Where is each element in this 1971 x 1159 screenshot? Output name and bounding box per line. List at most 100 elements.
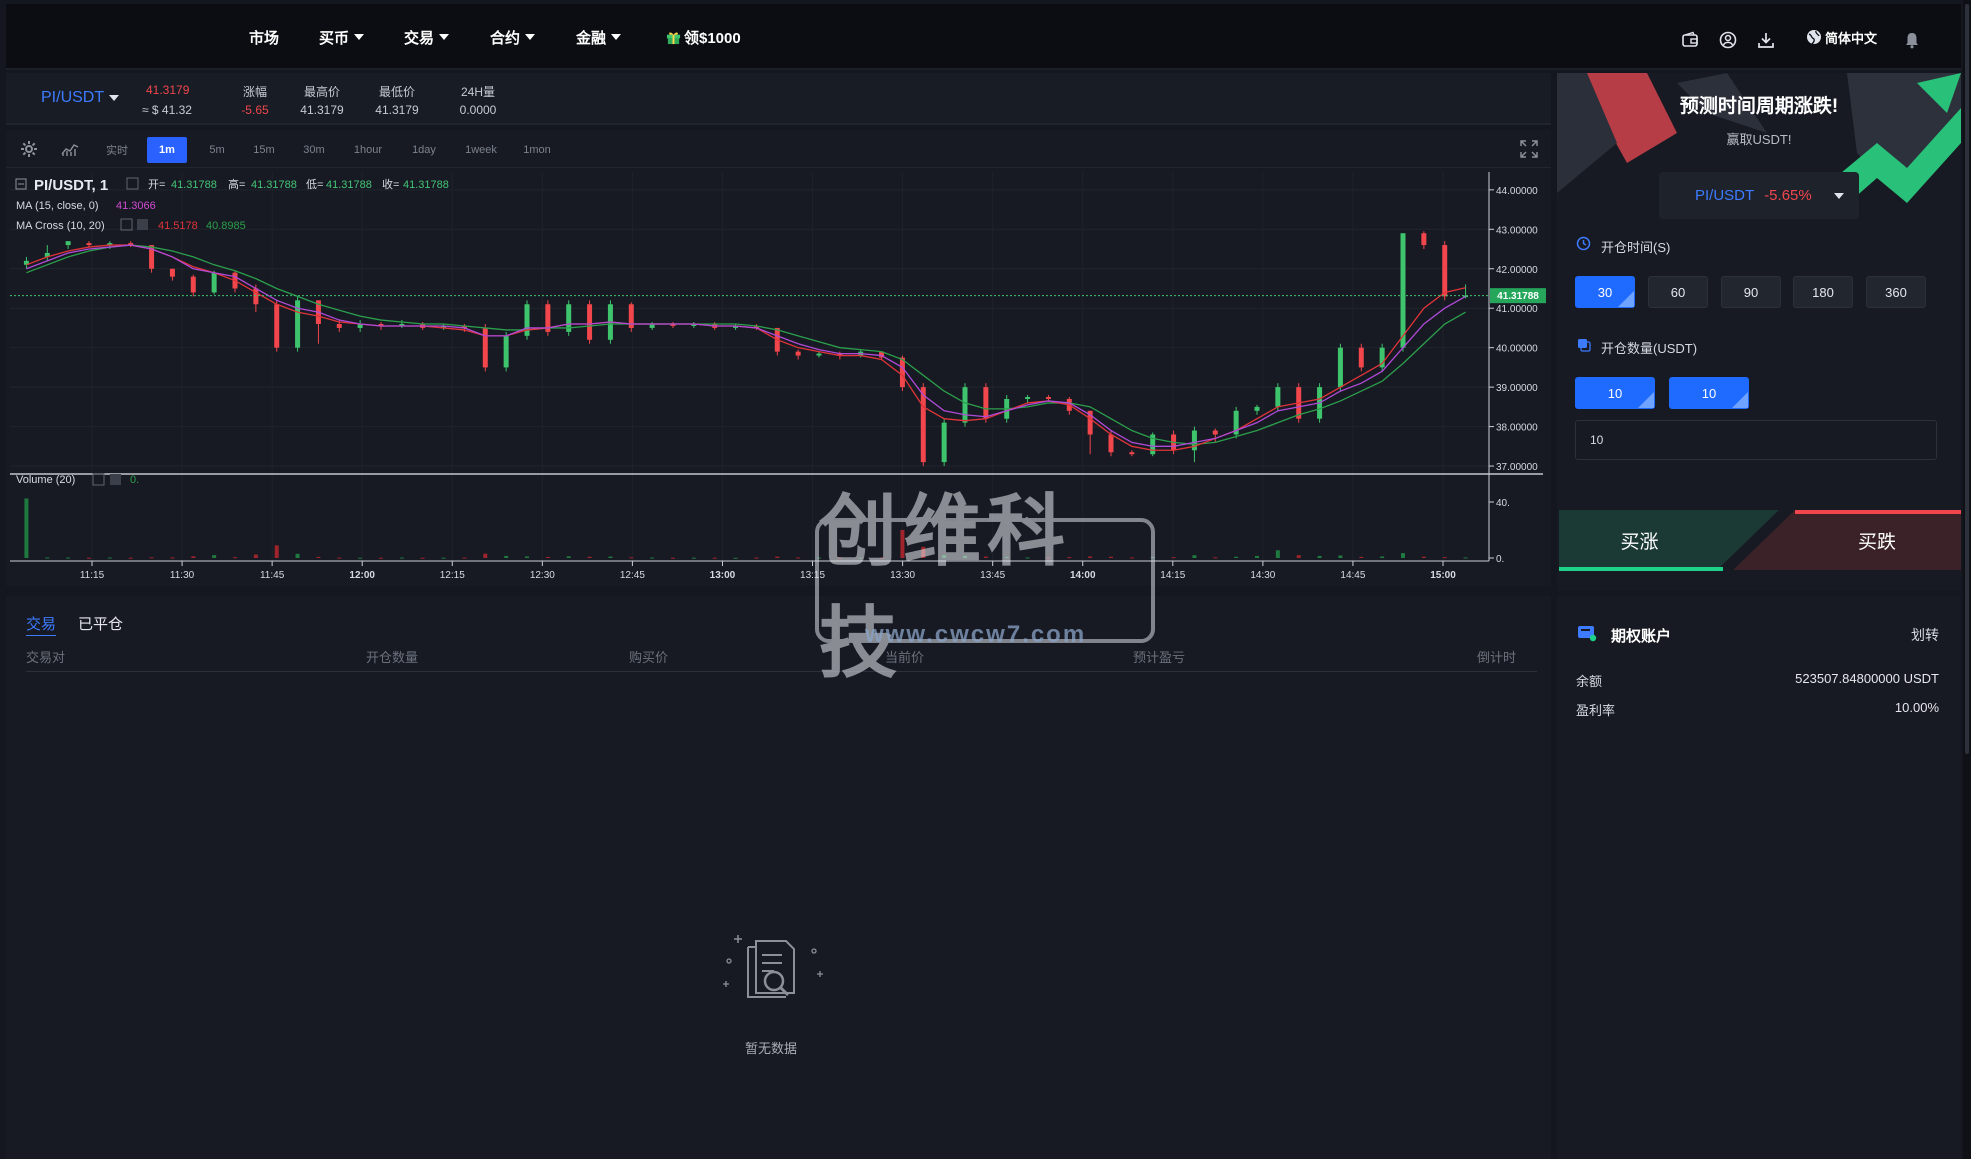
candle-body xyxy=(920,387,926,463)
fullscreen-icon[interactable] xyxy=(1520,140,1538,158)
nav-market[interactable]: 市场 xyxy=(249,4,279,70)
volume-bar xyxy=(1192,555,1197,558)
banner-title: 预测时间周期涨跌! xyxy=(1679,96,1839,117)
account-card-icon xyxy=(1578,626,1597,642)
col-pair: 交易对 xyxy=(26,650,66,665)
tf-1m[interactable]: 1m xyxy=(147,137,187,163)
time-option-360[interactable]: 360 xyxy=(1866,276,1926,308)
user-icon[interactable] xyxy=(1719,31,1737,49)
pair-label: PI/USDT xyxy=(41,89,105,106)
close-icon[interactable] xyxy=(137,219,148,230)
gear-icon[interactable] xyxy=(20,140,38,158)
rate-value: 10.00% xyxy=(1894,700,1939,715)
candle-body xyxy=(1045,397,1051,399)
candle-body xyxy=(1025,397,1031,399)
amount-input[interactable]: 10 xyxy=(1575,420,1937,460)
volume-bar xyxy=(650,557,655,559)
close-icon[interactable] xyxy=(110,474,121,485)
buy-down-button[interactable]: 买跌 xyxy=(1793,510,1961,570)
scrollbar-thumb[interactable] xyxy=(1965,4,1969,754)
tf-15m[interactable]: 15m xyxy=(247,137,281,163)
volume-value: 0.0000 xyxy=(459,103,497,117)
volume-bar xyxy=(191,556,196,558)
volume-bar xyxy=(441,557,446,559)
nav-contract[interactable]: 合约 xyxy=(490,4,536,70)
check-icon xyxy=(1732,392,1748,408)
tf-1day[interactable]: 1day xyxy=(404,137,444,163)
x-tick-label: 13:45 xyxy=(980,570,1005,581)
time-option-30[interactable]: 30 xyxy=(1575,276,1635,308)
settings-icon[interactable] xyxy=(92,473,105,486)
y-tick-label: 41.00000 xyxy=(1496,304,1538,315)
candle-body xyxy=(1337,347,1343,388)
buy-up-button[interactable]: 买涨 xyxy=(1557,510,1722,570)
tf-realtime[interactable]: 实时 xyxy=(102,137,132,163)
settings-icon[interactable] xyxy=(120,218,133,231)
x-tick-label: 14:30 xyxy=(1250,570,1275,581)
wallet-icon[interactable] xyxy=(1681,31,1699,49)
y-tick-label: 37.00000 xyxy=(1496,462,1538,473)
transfer-link[interactable]: 划转 xyxy=(1911,625,1939,645)
tf-30m[interactable]: 30m xyxy=(297,137,331,163)
tf-1hour[interactable]: 1hour xyxy=(346,137,390,163)
volume-bar xyxy=(1234,556,1239,558)
chevron-down-icon xyxy=(354,34,365,40)
orders-panel: 交易 已平仓 交易对 开仓数量 购买价 当前价 预计盈亏 倒计时 暂无数据 xyxy=(6,596,1551,1159)
change-label: 涨幅 xyxy=(242,85,267,99)
candle-body xyxy=(86,243,92,246)
rate-label: 盈利率 xyxy=(1576,703,1616,718)
volume-bar xyxy=(1129,557,1134,559)
tf-1mon[interactable]: 1mon xyxy=(517,137,557,163)
empty-document-icon xyxy=(723,935,823,998)
download-icon[interactable] xyxy=(1757,31,1775,49)
nav-promo[interactable]: 领$1000 xyxy=(666,4,741,70)
indicator-icon[interactable] xyxy=(61,141,79,157)
clock-icon xyxy=(1576,236,1591,251)
volume-bar xyxy=(504,555,509,558)
bell-icon[interactable] xyxy=(1903,31,1921,49)
nav-finance[interactable]: 金融 xyxy=(576,4,622,70)
volume-bar xyxy=(1088,556,1093,558)
volume-bar xyxy=(316,556,321,558)
x-tick-label: 13:15 xyxy=(800,570,825,581)
settings-icon[interactable] xyxy=(126,177,139,190)
coins-icon xyxy=(1578,339,1591,352)
volume-bar xyxy=(1255,555,1259,558)
time-option-90[interactable]: 90 xyxy=(1721,276,1781,308)
volume-bar xyxy=(1463,557,1468,559)
y-tick-label: 43.00000 xyxy=(1496,225,1538,236)
time-option-180[interactable]: 180 xyxy=(1793,276,1853,308)
tab-trading[interactable]: 交易 xyxy=(26,613,57,636)
language-selector[interactable]: 简体中文 xyxy=(1806,4,1877,70)
time-option-label: 180 xyxy=(1812,284,1834,300)
balance-value: 523507.84800000 USDT xyxy=(1795,671,1939,686)
volume-bar xyxy=(358,557,363,559)
tf-5m[interactable]: 5m xyxy=(200,137,234,163)
legend-macross-v2: 40.8985 xyxy=(206,220,246,232)
volume-bar xyxy=(671,557,675,559)
volume-bar xyxy=(1359,556,1364,558)
volume-bar xyxy=(775,556,780,558)
amount-option-2[interactable]: 10 xyxy=(1669,377,1749,409)
candle-body xyxy=(482,327,488,368)
pair-selector[interactable]: PI/USDT xyxy=(41,89,120,107)
candle-body xyxy=(795,351,801,356)
tab-closed[interactable]: 已平仓 xyxy=(78,613,123,634)
amount-option-1[interactable]: 10 xyxy=(1575,377,1655,409)
pair-dropdown[interactable]: PI/USDT -5.65% xyxy=(1659,172,1859,219)
volume-bar xyxy=(733,557,738,559)
volume-bar xyxy=(1004,556,1009,558)
balance-label: 余额 xyxy=(1576,674,1603,689)
price-chart[interactable]: 44.00000 43.00000 42.00000 41.00000 40.00000… xyxy=(6,168,1551,586)
nav-buy-coin[interactable]: 买币 xyxy=(319,4,365,70)
volume-bar xyxy=(399,557,404,559)
volume-bar xyxy=(87,557,91,559)
volume-bar xyxy=(566,556,571,558)
candle-body xyxy=(941,422,947,463)
tf-1week[interactable]: 1week xyxy=(458,137,504,163)
volume-bar xyxy=(1150,557,1155,559)
legend-low: 41.31788 xyxy=(326,179,372,191)
time-option-60[interactable]: 60 xyxy=(1648,276,1708,308)
nav-trade[interactable]: 交易 xyxy=(404,4,450,70)
volume-bar xyxy=(629,557,634,559)
